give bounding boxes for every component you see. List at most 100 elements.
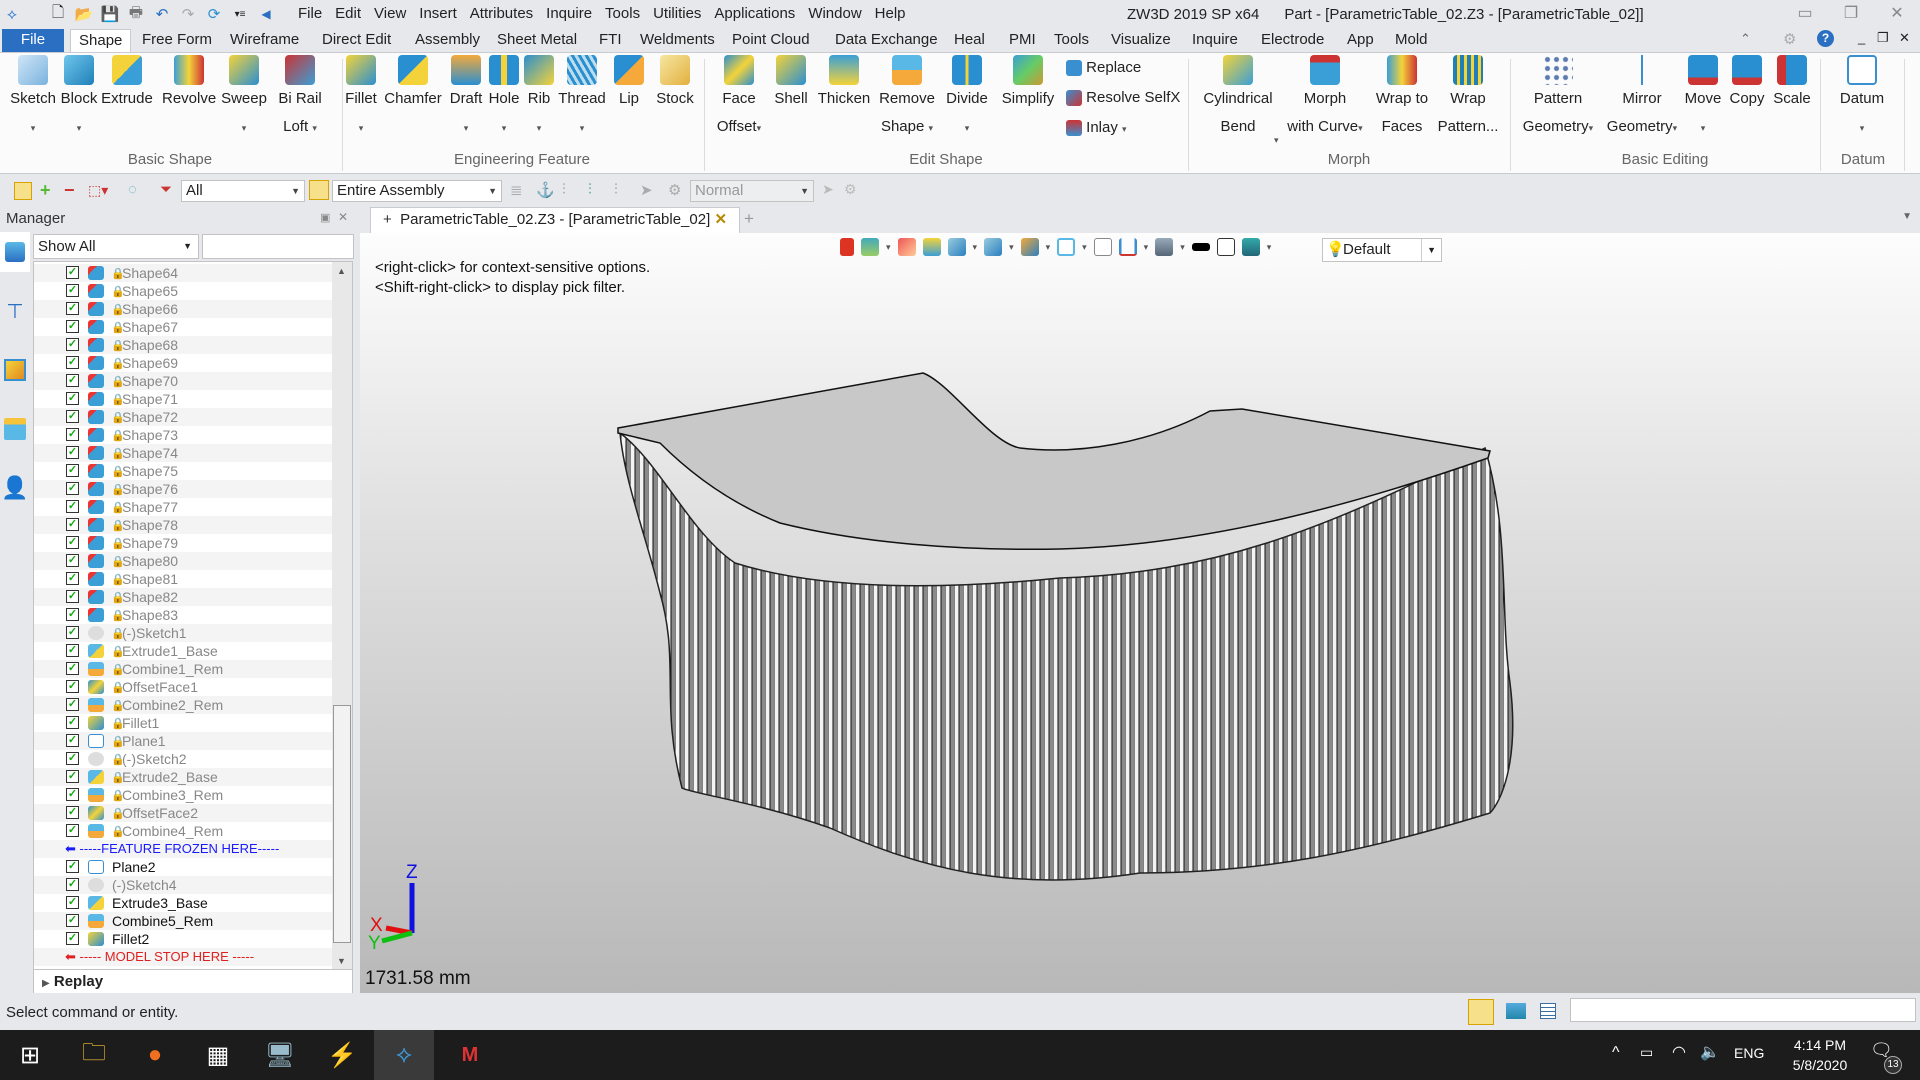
dropdown-arrow-icon[interactable]: ▾ bbox=[537, 123, 542, 133]
visibility-checkbox[interactable]: ✓ bbox=[66, 320, 79, 333]
tab-wireframe[interactable]: Wireframe bbox=[222, 29, 307, 52]
sweep-button[interactable]: Sweep ▾ bbox=[218, 55, 270, 142]
tree-item[interactable]: ✓ 🔒 Shape81 bbox=[34, 570, 332, 588]
close-panel-icon[interactable]: ✕ bbox=[338, 210, 348, 224]
tab-pmi[interactable]: PMI bbox=[1001, 29, 1044, 52]
tree-item[interactable]: ✓ 🔒 Fillet1 bbox=[34, 714, 332, 732]
tab-assembly[interactable]: Assembly bbox=[407, 29, 488, 52]
tree-search-input[interactable] bbox=[202, 234, 354, 259]
dropdown-arrow-icon[interactable]: ▾ bbox=[1122, 124, 1127, 134]
regen-icon[interactable]: ⟳ bbox=[204, 4, 224, 24]
visibility-checkbox[interactable]: ✓ bbox=[66, 518, 79, 531]
taskbar-winamp[interactable]: ⚡ bbox=[312, 1030, 372, 1080]
tab-tools[interactable]: Tools bbox=[1046, 29, 1097, 52]
dropdown-arrow-icon[interactable]: ▾ bbox=[1860, 123, 1865, 133]
help-icon[interactable]: ? bbox=[1817, 30, 1834, 47]
mode-select[interactable]: Normal ▼ bbox=[690, 180, 814, 202]
tree-item[interactable]: ✓ Combine5_Rem bbox=[34, 912, 332, 930]
tab-list-dropdown-icon[interactable]: ▼ bbox=[1902, 211, 1912, 222]
tree-item[interactable]: ✓ 🔒 Shape65 bbox=[34, 282, 332, 300]
menu-applications[interactable]: Applications bbox=[714, 5, 795, 22]
tree-item[interactable]: ✓ 🔒 Shape82 bbox=[34, 588, 332, 606]
shell-button[interactable]: Shell bbox=[770, 55, 812, 113]
extrude-button[interactable]: Extrude bbox=[101, 55, 153, 113]
inlay-button[interactable]: Inlay ▾ bbox=[1066, 119, 1127, 137]
dropdown-arrow-icon[interactable]: ▾ bbox=[312, 123, 317, 133]
part-manager-tab[interactable] bbox=[0, 350, 30, 390]
document-tab[interactable]: + ParametricTable_02.Z3 - [ParametricTab… bbox=[370, 207, 740, 233]
divide-button[interactable]: Divide ▾ bbox=[942, 55, 992, 142]
simplify-button[interactable]: Simplify bbox=[996, 55, 1060, 113]
tab-heal[interactable]: Heal bbox=[946, 29, 993, 52]
tab-shape[interactable]: Shape bbox=[70, 29, 132, 52]
tree-item[interactable]: ✓ 🔒 Combine4_Rem bbox=[34, 822, 332, 840]
visibility-checkbox[interactable]: ✓ bbox=[66, 500, 79, 513]
taskbar-monitor[interactable]: 🖥 bbox=[250, 1030, 310, 1080]
3d-viewport[interactable]: ▾ ▾ ▾ ▾ ▾ ▾ ▾ ▾ 💡 Default ▼ <right-click> … bbox=[360, 233, 1920, 993]
visibility-checkbox[interactable]: ✓ bbox=[66, 644, 79, 657]
dropdown-arrow-icon[interactable]: ▾ bbox=[929, 123, 934, 133]
visibility-checkbox[interactable]: ✓ bbox=[66, 338, 79, 351]
tree-item[interactable]: ✓ 🔒 Combine2_Rem bbox=[34, 696, 332, 714]
filter-select[interactable]: All ▼ bbox=[181, 180, 305, 202]
menu-help[interactable]: Help bbox=[875, 5, 906, 22]
tree-item[interactable]: ✓ 🔒 Shape71 bbox=[34, 390, 332, 408]
settings-icon[interactable]: ⚙ bbox=[844, 181, 857, 198]
command-input[interactable] bbox=[1570, 998, 1916, 1022]
clock[interactable]: 4:14 PM 5/8/2020 bbox=[1780, 1035, 1860, 1075]
taskbar-calculator[interactable]: ▦ bbox=[188, 1030, 248, 1080]
visibility-checkbox[interactable]: ✓ bbox=[66, 446, 79, 459]
cursor-icon[interactable]: ➤ bbox=[822, 181, 834, 198]
dropdown-arrow-icon[interactable]: ▾ bbox=[965, 123, 970, 133]
menu-edit[interactable]: Edit bbox=[335, 5, 361, 22]
lasso-icon[interactable]: ◌ bbox=[128, 181, 137, 198]
visibility-checkbox[interactable]: ✓ bbox=[66, 356, 79, 369]
tab-inquire[interactable]: Inquire bbox=[1184, 29, 1246, 52]
dropdown-arrow-icon[interactable]: ▾ bbox=[464, 123, 469, 133]
customize-dropdown-icon[interactable]: ▾≡ bbox=[230, 4, 250, 24]
menu-utilities[interactable]: Utilities bbox=[653, 5, 701, 22]
tree-item[interactable]: ✓ 🔒 Shape76 bbox=[34, 480, 332, 498]
visibility-checkbox[interactable]: ✓ bbox=[66, 770, 79, 783]
tab-app[interactable]: App bbox=[1339, 29, 1382, 52]
visibility-checkbox[interactable]: ✓ bbox=[66, 428, 79, 441]
volume-icon[interactable]: 🔈 bbox=[1700, 1042, 1720, 1062]
visibility-checkbox[interactable]: ✓ bbox=[66, 824, 79, 837]
visibility-checkbox[interactable]: ✓ bbox=[66, 626, 79, 639]
pattern-geometry-button[interactable]: Pattern Geometry▾ bbox=[1516, 55, 1600, 142]
tree-item[interactable]: ✓ 🔒 Shape83 bbox=[34, 606, 332, 624]
dropdown-arrow-icon[interactable]: ▾ bbox=[502, 123, 507, 133]
visibility-checkbox[interactable]: ✓ bbox=[66, 536, 79, 549]
tree-item[interactable]: ✓ 🔒 Extrude2_Base bbox=[34, 768, 332, 786]
collapse-ribbon-icon[interactable]: ⌃ bbox=[1740, 31, 1751, 47]
user-manager-tab[interactable]: 👤 bbox=[0, 468, 30, 508]
move-button[interactable]: Move ▾ bbox=[1682, 55, 1724, 142]
tab-fti[interactable]: FTI bbox=[591, 29, 630, 52]
close-icon[interactable]: ✕ bbox=[1874, 0, 1920, 28]
remove-shape-button[interactable]: Remove Shape ▾ bbox=[876, 55, 938, 142]
tree-item[interactable]: ✓ 🔒 Shape74 bbox=[34, 444, 332, 462]
open-file-icon[interactable]: 📂 bbox=[74, 4, 94, 24]
visibility-checkbox[interactable]: ✓ bbox=[66, 266, 79, 279]
tree-item[interactable]: ✓ Extrude3_Base bbox=[34, 894, 332, 912]
visibility-checkbox[interactable]: ✓ bbox=[66, 572, 79, 585]
visibility-checkbox[interactable]: ✓ bbox=[66, 788, 79, 801]
dropdown-arrow-icon[interactable]: ▾ bbox=[1274, 135, 1279, 146]
tab-weldments[interactable]: Weldments bbox=[632, 29, 723, 52]
tree-item[interactable]: ✓ 🔒 Shape78 bbox=[34, 516, 332, 534]
snap-icon-3[interactable]: ⫶ bbox=[614, 181, 618, 198]
dropdown-arrow-icon[interactable]: ▾ bbox=[1701, 123, 1706, 133]
tree-item[interactable]: ✓ 🔒 OffsetFace1 bbox=[34, 678, 332, 696]
visibility-checkbox[interactable]: ✓ bbox=[66, 374, 79, 387]
visibility-checkbox[interactable]: ✓ bbox=[66, 698, 79, 711]
replace-button[interactable]: Replace bbox=[1066, 59, 1141, 77]
view-manager-tab[interactable] bbox=[0, 409, 30, 449]
tab-electrode[interactable]: Electrode bbox=[1253, 29, 1332, 52]
scale-button[interactable]: Scale bbox=[1770, 55, 1814, 113]
remove-icon[interactable]: − bbox=[64, 180, 75, 201]
new-tab-icon[interactable]: + bbox=[744, 209, 754, 229]
tab-visualize[interactable]: Visualize bbox=[1103, 29, 1179, 52]
tree-item[interactable]: ✓ 🔒 Shape68 bbox=[34, 336, 332, 354]
new-file-icon[interactable]: 🗋 bbox=[48, 4, 68, 24]
dropdown-arrow-icon[interactable]: ▾ bbox=[757, 123, 762, 133]
